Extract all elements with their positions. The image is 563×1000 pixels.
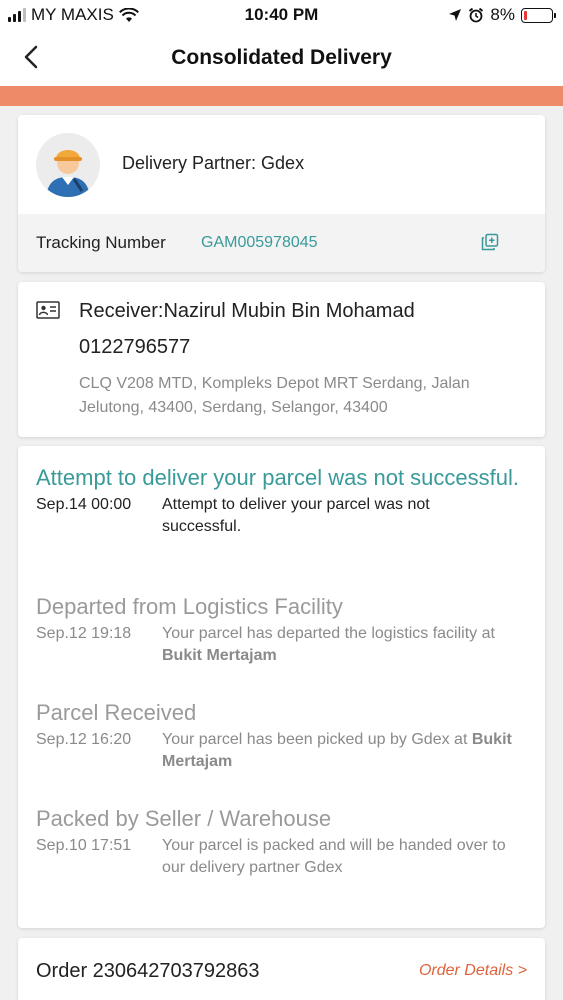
event-heading: Departed from Logistics Facility — [36, 594, 343, 619]
delivery-partner-label: Delivery Partner: Gdex — [122, 153, 305, 173]
receiver-address: CLQ V208 MTD, Kompleks Depot MRT Serdang… — [79, 375, 470, 416]
event-time: Sep.14 00:00 — [36, 496, 132, 513]
tracking-event: Parcel Received Sep.12 16:20 Your parcel… — [36, 699, 536, 773]
battery-percent: 8% — [490, 5, 515, 24]
event-time: Sep.10 17:51 — [36, 837, 132, 854]
order-details-link[interactable]: Order Details > — [419, 962, 527, 980]
tracking-event: Departed from Logistics Facility Sep.12 … — [36, 593, 536, 667]
tracking-number-label: Tracking Number — [36, 233, 166, 252]
receiver-name: Receiver:Nazirul Mubin Bin Mohamad — [79, 300, 415, 322]
event-heading: Packed by Seller / Warehouse — [36, 806, 332, 831]
order-number: Order 230642703792863 — [36, 960, 260, 982]
accent-bar — [0, 86, 563, 106]
event-description: Attempt to deliver your parcel was not s… — [162, 496, 430, 535]
status-bar: MY MAXIS 10:40 PM 8% — [0, 0, 563, 30]
event-time: Sep.12 16:20 — [36, 731, 132, 748]
event-description: Your parcel has departed the logistics f… — [162, 625, 495, 664]
navigation-bar: Consolidated Delivery — [0, 30, 563, 86]
battery-level-fill — [524, 10, 527, 20]
delivery-partner-card: Delivery Partner: Gdex Tracking Number G… — [18, 115, 545, 272]
courier-icon — [36, 133, 100, 197]
page-title: Consolidated Delivery — [171, 46, 392, 69]
event-heading: Attempt to deliver your parcel was not s… — [36, 465, 519, 490]
event-description: Your parcel is packed and will be handed… — [162, 837, 506, 876]
order-card: Order 230642703792863 Order Details > — [18, 938, 545, 1000]
receiver-phone: 0122796577 — [79, 336, 191, 358]
battery-icon — [521, 7, 556, 23]
alarm-icon — [469, 7, 484, 23]
copy-icon[interactable] — [481, 233, 499, 251]
event-description: Your parcel has been picked up by Gdex a… — [162, 731, 512, 770]
tracking-event: Attempt to deliver your parcel was not s… — [36, 464, 536, 538]
tracking-event: Packed by Seller / Warehouse Sep.10 17:5… — [36, 805, 536, 879]
event-time: Sep.12 19:18 — [36, 625, 132, 642]
location-arrow-icon — [449, 9, 462, 21]
id-card-icon — [36, 301, 60, 319]
status-right: 8% — [448, 5, 556, 25]
event-heading: Parcel Received — [36, 700, 197, 725]
courier-avatar — [36, 133, 100, 197]
tracking-row: Tracking Number GAM005978045 — [18, 214, 545, 272]
tracking-number-value[interactable]: GAM005978045 — [201, 234, 318, 252]
tracking-timeline-card: Attempt to deliver your parcel was not s… — [18, 446, 545, 928]
receiver-card: Receiver:Nazirul Mubin Bin Mohamad 01227… — [18, 282, 545, 437]
